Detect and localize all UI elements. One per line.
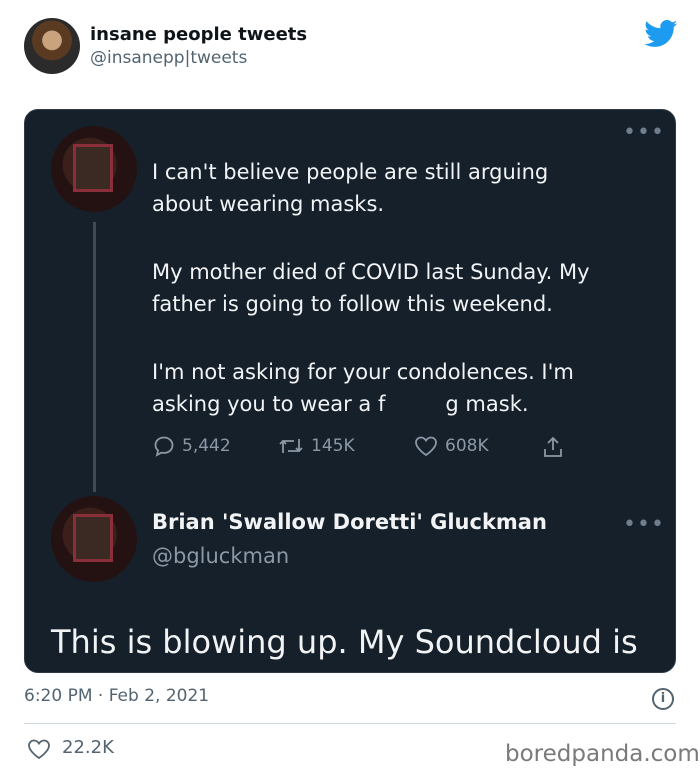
thread-line — [93, 222, 96, 492]
like-count: 22.2K — [62, 737, 114, 758]
reply-tweet-text: This is blowing up. My Soundcloud is — [51, 623, 638, 661]
tweet-timestamp[interactable]: 6:20 PM · Feb 2, 2021 — [24, 686, 209, 706]
reply-author-name[interactable]: Brian 'Swallow Doretti' Gluckman — [152, 510, 547, 534]
twitter-bird-icon[interactable] — [644, 20, 678, 48]
tweet-paragraph-1: I can't believe people are still arguing… — [152, 160, 549, 216]
like-icon — [415, 436, 437, 457]
like-count-embedded: 608K — [445, 436, 489, 456]
tweet-paragraph-2: My mother died of COVID last Sunday. My … — [152, 260, 590, 316]
retweet-count: 145K — [311, 436, 355, 456]
author-handle[interactable]: @insanepp|tweets — [90, 48, 247, 68]
reply-action[interactable]: 5,442 — [152, 434, 231, 458]
embedded-tweet-image: ••• I can't believe people are still arg… — [24, 109, 676, 673]
author-name[interactable]: insane people tweets — [90, 24, 307, 45]
reply-icon — [154, 436, 174, 457]
retweet-icon — [279, 439, 303, 453]
tweet-avatar[interactable] — [51, 126, 137, 212]
share-action[interactable] — [540, 434, 566, 460]
divider — [24, 723, 676, 724]
reply-count: 5,442 — [182, 436, 231, 456]
author-avatar[interactable] — [24, 18, 80, 74]
more-dots-icon[interactable]: ••• — [623, 120, 665, 145]
watermark: boredpanda.com — [505, 741, 700, 767]
more-dots-icon[interactable]: ••• — [623, 512, 665, 537]
heart-icon[interactable] — [26, 737, 52, 761]
reply-author-handle[interactable]: @bgluckman — [152, 544, 289, 568]
retweet-action[interactable]: 145K — [277, 434, 355, 458]
like-action[interactable]: 608K — [413, 434, 489, 458]
tweet-paragraph-3: I'm not asking for your condolences. I'm… — [152, 360, 574, 416]
share-icon — [544, 436, 562, 457]
reply-avatar[interactable] — [51, 496, 137, 582]
info-icon[interactable]: i — [652, 688, 674, 710]
